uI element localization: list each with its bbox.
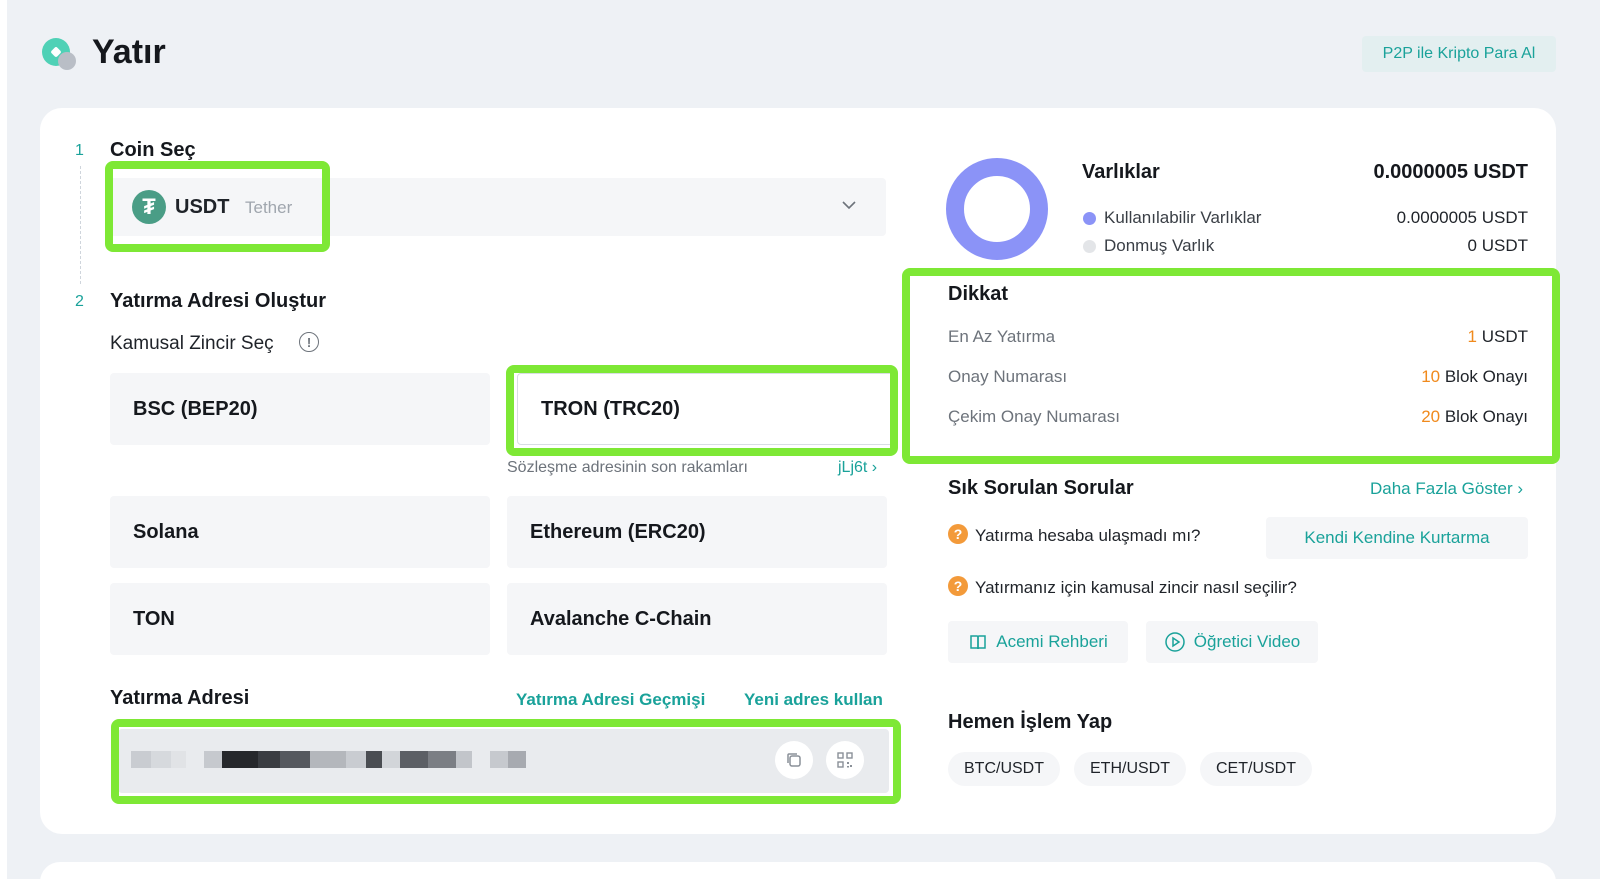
address-title: Yatırma Adresi [110, 687, 250, 709]
frozen-value: 0 USDT [1467, 236, 1528, 255]
available-value: 0.0000005 USDT [1396, 208, 1528, 227]
address-highlight-box [111, 719, 901, 804]
chain-highlight-box [506, 365, 898, 456]
available-label: Kullanılabilir Varlıklar [1104, 208, 1262, 227]
self-recovery-button[interactable]: Kendi Kendine Kurtarma [1266, 517, 1528, 559]
bottom-card [40, 862, 1556, 879]
deposit-address-title: Yatırma Adresi Oluştur [110, 290, 326, 312]
frozen-label: Donmuş Varlık [1104, 236, 1215, 255]
frozen-legend-dot [1083, 240, 1096, 253]
faq-question-2[interactable]: Yatırmanız için kamusal zincir nasıl seç… [975, 578, 1297, 598]
pair-btc-usdt[interactable]: BTC/USDT [948, 752, 1060, 786]
coin-highlight-box [105, 161, 330, 252]
faq-title: Sık Sorulan Sorular [948, 477, 1134, 499]
faq-question-1[interactable]: Yatırma hesaba ulaşmadı mı? [975, 526, 1201, 546]
assets-total: 0.0000005 USDT [1373, 161, 1528, 183]
question-icon: ? [948, 524, 968, 544]
question-icon: ? [948, 576, 968, 596]
page-title: Yatır [92, 33, 166, 71]
trade-title: Hemen İşlem Yap [948, 711, 1113, 733]
chain-option-ethereum[interactable]: Ethereum (ERC20) [507, 496, 887, 568]
available-legend-dot [1083, 212, 1096, 225]
assets-title: Varlıklar [1082, 161, 1160, 183]
logo-icon [42, 38, 82, 72]
pair-eth-usdt[interactable]: ETH/USDT [1074, 752, 1186, 786]
address-history-link[interactable]: Yatırma Adresi Geçmişi [516, 690, 705, 710]
contract-suffix-link[interactable]: jLj6t › [838, 459, 877, 477]
chain-option-ton[interactable]: TON [110, 583, 490, 655]
step-2-number: 2 [75, 293, 84, 310]
tutorial-video-button[interactable]: Öğretici Video [1146, 621, 1318, 663]
info-icon[interactable]: ! [299, 332, 319, 352]
play-icon [1165, 632, 1185, 652]
chain-select-label: Kamusal Zincir Seç [110, 333, 274, 354]
new-address-link[interactable]: Yeni adres kullan [744, 690, 883, 710]
chain-option-bsc[interactable]: BSC (BEP20) [110, 373, 490, 445]
faq-more-link[interactable]: Daha Fazla Göster › [1370, 479, 1523, 499]
coin-select-title: Coin Seç [110, 139, 196, 161]
contract-hint: Sözleşme adresinin son rakamları [507, 459, 748, 476]
p2p-buy-button[interactable]: P2P ile Kripto Para Al [1362, 36, 1556, 72]
chain-option-avalanche[interactable]: Avalanche C-Chain [507, 583, 887, 655]
pair-cet-usdt[interactable]: CET/USDT [1200, 752, 1312, 786]
notice-highlight-box [902, 268, 1560, 464]
step-1-number: 1 [75, 142, 84, 159]
beginner-guide-button[interactable]: Acemi Rehberi [948, 621, 1128, 663]
step-connector [80, 166, 81, 284]
book-icon [970, 635, 986, 650]
assets-donut-chart [946, 158, 1048, 260]
chevron-down-icon[interactable] [840, 196, 858, 214]
chain-option-solana[interactable]: Solana [110, 496, 490, 568]
left-panel-edge [0, 0, 7, 879]
